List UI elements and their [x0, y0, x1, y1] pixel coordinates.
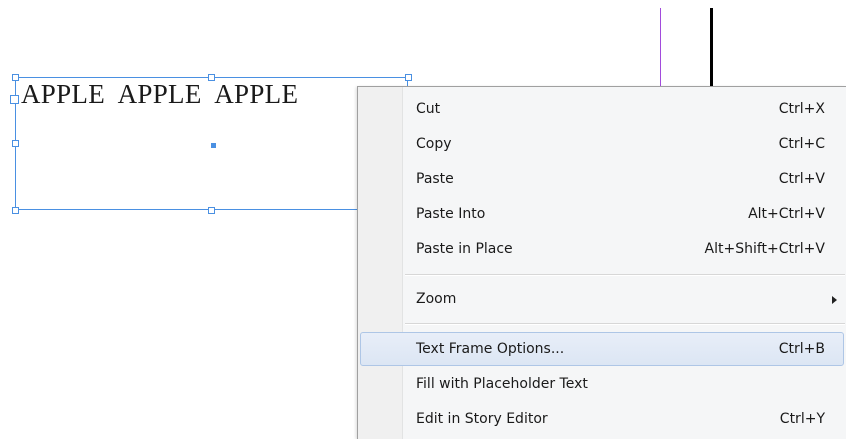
- menu-item-copy[interactable]: Copy Ctrl+C: [360, 127, 844, 161]
- menu-item-label: Paste Into: [416, 206, 486, 222]
- menu-item-shortcut: Ctrl+C: [778, 136, 825, 152]
- menu-separator: [405, 274, 845, 276]
- black-vertical-line[interactable]: [710, 8, 713, 94]
- menu-item-shortcut: Ctrl+B: [778, 341, 825, 357]
- context-menu: Cut Ctrl+X Copy Ctrl+C Paste Ctrl+V Past…: [357, 86, 846, 439]
- menu-item-shortcut: Alt+Shift+Ctrl+V: [704, 241, 825, 257]
- handle-bottom-center[interactable]: [208, 207, 215, 214]
- purple-guide-line: [660, 8, 661, 94]
- menu-item-shortcut: Ctrl+X: [778, 101, 825, 117]
- handle-top-left[interactable]: [12, 74, 19, 81]
- menu-item-shortcut: Ctrl+Y: [779, 411, 825, 427]
- handle-middle-left[interactable]: [12, 140, 19, 147]
- menu-item-fill-placeholder-text[interactable]: Fill with Placeholder Text: [360, 367, 844, 401]
- handle-bottom-left[interactable]: [12, 207, 19, 214]
- menu-item-paste-in-place[interactable]: Paste in Place Alt+Shift+Ctrl+V: [360, 232, 844, 266]
- in-port-handle[interactable]: [10, 95, 19, 104]
- menu-item-label: Paste in Place: [416, 241, 513, 257]
- menu-item-cut[interactable]: Cut Ctrl+X: [360, 92, 844, 126]
- handle-top-center[interactable]: [208, 74, 215, 81]
- menu-item-label: Fill with Placeholder Text: [416, 376, 588, 392]
- menu-item-paste-into[interactable]: Paste Into Alt+Ctrl+V: [360, 197, 844, 231]
- menu-item-label: Copy: [416, 136, 452, 152]
- menu-item-text-frame-options[interactable]: Text Frame Options... Ctrl+B: [360, 332, 844, 366]
- submenu-arrow-icon: [832, 296, 837, 304]
- menu-item-label: Edit in Story Editor: [416, 411, 548, 427]
- menu-item-edit-in-story-editor[interactable]: Edit in Story Editor Ctrl+Y: [360, 402, 844, 436]
- menu-item-shortcut: Alt+Ctrl+V: [748, 206, 825, 222]
- menu-item-label: Zoom: [416, 291, 457, 307]
- menu-item-label: Text Frame Options...: [416, 341, 565, 357]
- handle-top-right[interactable]: [405, 74, 412, 81]
- frame-text-content[interactable]: APPLE APPLE APPLE: [21, 79, 298, 110]
- menu-item-zoom[interactable]: Zoom: [360, 282, 844, 316]
- frame-center-point: [211, 143, 216, 148]
- menu-item-paste[interactable]: Paste Ctrl+V: [360, 162, 844, 196]
- menu-separator: [405, 323, 845, 325]
- menu-item-shortcut: Ctrl+V: [778, 171, 825, 187]
- menu-item-label: Paste: [416, 171, 454, 187]
- menu-item-label: Cut: [416, 101, 441, 117]
